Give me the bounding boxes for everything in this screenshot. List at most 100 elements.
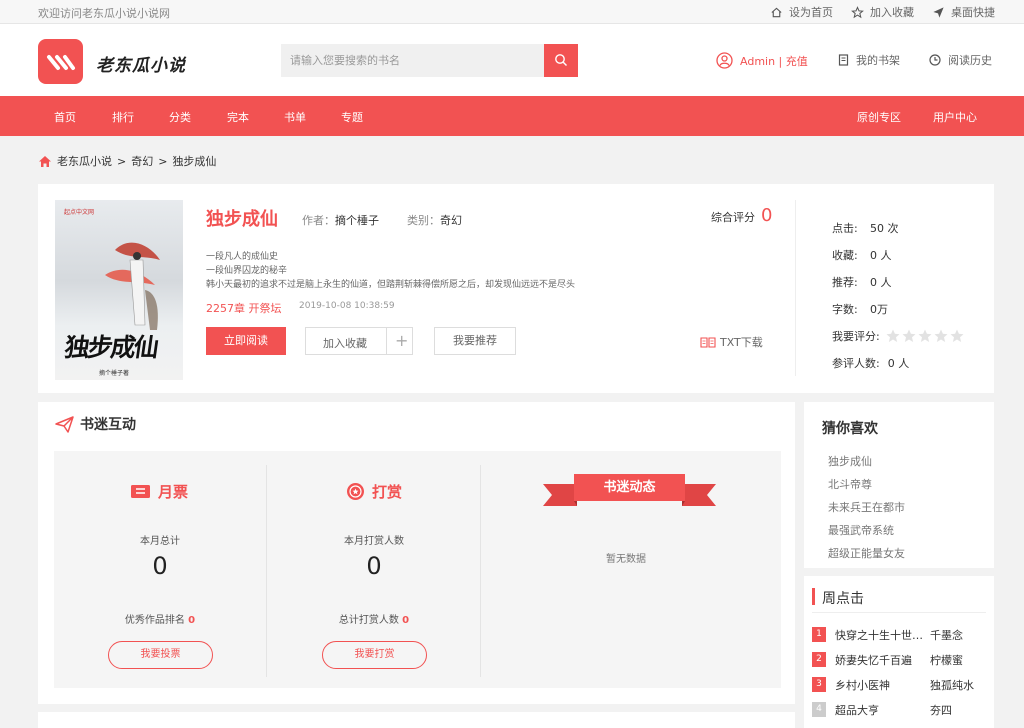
nav-item-home[interactable]: 首页	[54, 109, 76, 125]
rank-badge: 2	[812, 652, 826, 667]
bookshelf-link[interactable]: 我的书架	[838, 52, 900, 68]
reward-total-line: 总计打赏人数 0	[274, 611, 474, 626]
stat-collections: 收藏: 0 人	[832, 241, 964, 268]
home-icon	[771, 7, 782, 17]
search-button[interactable]	[544, 44, 578, 77]
breadcrumb-book: 独步成仙	[172, 155, 217, 168]
breadcrumb: 老东瓜小说 > 奇幻 > 独步成仙	[38, 153, 216, 169]
guess-item[interactable]: 最强武帝系统	[828, 522, 905, 545]
cover-title: 独步成仙	[62, 333, 159, 362]
rating-label: 我要评分:	[832, 329, 880, 343]
star-icon[interactable]	[934, 329, 948, 343]
logo-icon[interactable]	[38, 39, 83, 84]
read-now-button[interactable]: 立即阅读	[206, 327, 286, 355]
weekly-book-name[interactable]: 快穿之十生十世…	[835, 627, 930, 643]
weekly-book-name[interactable]: 娇妻失忆千百遍	[835, 652, 930, 668]
stat-value: 0 人	[870, 275, 892, 289]
weekly-book-author: 夯四	[930, 703, 952, 717]
txt-download-link[interactable]: TXT下载	[700, 334, 763, 350]
weekly-row[interactable]: 3 乡村小医神 独孤纯水	[812, 672, 986, 697]
star-icon[interactable]	[950, 329, 964, 343]
guess-item[interactable]: 独步成仙	[828, 453, 905, 476]
voters-row: 参评人数: 0 人	[832, 349, 964, 376]
nav-item-category[interactable]: 分类	[169, 109, 191, 125]
user-account-label: Admin | 充值	[740, 54, 808, 68]
weekly-book-name[interactable]: 超品大亨	[835, 702, 930, 718]
book-cover[interactable]: 起点中文网 独步成仙 摘个棰子著	[55, 200, 183, 380]
stat-value: 50 次	[870, 221, 899, 235]
star-icon[interactable]	[918, 329, 932, 343]
latest-chapter-time: 2019-10-08 10:38:59	[299, 301, 395, 311]
guess-item[interactable]: 北斗帝尊	[828, 476, 905, 499]
star-icon[interactable]	[886, 329, 900, 343]
ticket-icon	[131, 485, 150, 498]
nav-item-original[interactable]: 原创专区	[857, 109, 901, 125]
monthly-ticket-title: 月票	[158, 483, 189, 501]
category-name[interactable]: 奇幻	[440, 214, 462, 227]
vote-button[interactable]: 我要投票	[108, 641, 213, 669]
score-label: 综合评分	[711, 211, 755, 224]
reward-total-value: 0	[402, 615, 410, 626]
search-input[interactable]: 请输入您要搜索的书名	[281, 44, 544, 77]
weekly-row[interactable]: 2 娇妻失忆千百遍 柠檬蜜	[812, 647, 986, 672]
weekly-book-name[interactable]: 乡村小医神	[835, 677, 930, 693]
nav-item-booklist[interactable]: 书单	[284, 109, 306, 125]
add-to-shelf-button[interactable]: 加入收藏 +	[305, 327, 413, 355]
desktop-shortcut-label: 桌面快捷	[951, 6, 995, 19]
plus-icon[interactable]: +	[395, 331, 408, 350]
nav-item-completed[interactable]: 完本	[227, 109, 249, 125]
weekly-row[interactable]: 4 超品大亨 夯四	[812, 697, 986, 722]
desktop-shortcut-link[interactable]: 桌面快捷	[932, 4, 995, 20]
stat-recommendations: 推荐: 0 人	[832, 268, 964, 295]
weekly-divider	[812, 612, 986, 613]
stat-value: 0 人	[870, 248, 892, 262]
weekly-book-author: 千墨念	[930, 628, 963, 642]
weekly-row[interactable]: 1 快穿之十生十世… 千墨念	[812, 622, 986, 647]
set-homepage-link[interactable]: 设为首页	[770, 4, 833, 20]
rank-badge: 3	[812, 677, 826, 692]
breadcrumb-separator: >	[158, 154, 168, 168]
book-icon	[838, 54, 849, 66]
nav-item-topics[interactable]: 专题	[341, 109, 363, 125]
next-section-panel	[38, 712, 795, 728]
coin-icon	[347, 483, 364, 500]
stat-clicks: 点击: 50 次	[832, 214, 964, 241]
reward-button[interactable]: 我要打赏	[322, 641, 427, 669]
author-label: 作者：	[302, 214, 335, 227]
reading-history-label: 阅读历史	[948, 54, 992, 67]
reward-heading: 打赏	[346, 481, 402, 502]
add-favorite-link[interactable]: 加入收藏	[851, 4, 914, 20]
interaction-title: 书迷互动	[80, 417, 136, 433]
breadcrumb-home[interactable]: 老东瓜小说	[57, 153, 112, 169]
user-account-link[interactable]: Admin | 充值	[716, 52, 808, 69]
top-bar: 欢迎访问老东瓜小说小说网 设为首页 加入收藏 桌面快捷	[0, 0, 1024, 24]
guess-item[interactable]: 未来兵王在都市	[828, 499, 905, 522]
score-value: 0	[761, 205, 773, 226]
book-title[interactable]: 独步成仙	[206, 205, 278, 231]
star-icon[interactable]	[902, 329, 916, 343]
voters-value: 0 人	[887, 356, 910, 370]
monthly-ticket-sub: 本月总计	[140, 536, 180, 547]
open-book-icon	[700, 337, 716, 348]
search-icon	[555, 54, 567, 66]
breadcrumb-category[interactable]: 奇幻	[131, 153, 153, 169]
cover-author: 摘个棰子著	[99, 370, 130, 377]
latest-chapter-link[interactable]: 2257章 开祭坛	[206, 300, 282, 316]
txt-download-label: TXT下载	[720, 336, 763, 349]
add-favorite-label: 加入收藏	[870, 6, 914, 19]
star-icon	[851, 5, 864, 18]
recommend-button[interactable]: 我要推荐	[434, 327, 516, 355]
book-intro: 一段凡人的成仙史 一段仙界囚龙的秘辛 韩小天最初的追求不过是脑上永生的仙道，但踏…	[206, 250, 575, 292]
nav-item-user-center[interactable]: 用户中心	[933, 109, 977, 125]
author-name[interactable]: 摘个棰子	[335, 214, 379, 227]
rank-badge: 1	[812, 627, 826, 642]
stat-label: 推荐:	[832, 275, 858, 289]
reading-history-link[interactable]: 阅读历史	[929, 52, 992, 68]
guess-item[interactable]: 超级正能量女友	[828, 545, 905, 568]
logo-text[interactable]: 老东瓜小说	[96, 51, 186, 76]
top-links: 设为首页 加入收藏 桌面快捷	[770, 4, 995, 20]
main-nav: 首页 排行 分类 完本 书单 专题 原创专区 用户中心	[0, 96, 1024, 136]
cover-publisher: 起点中文网	[64, 209, 95, 216]
nav-item-ranking[interactable]: 排行	[112, 109, 134, 125]
paper-plane-icon	[55, 415, 74, 433]
